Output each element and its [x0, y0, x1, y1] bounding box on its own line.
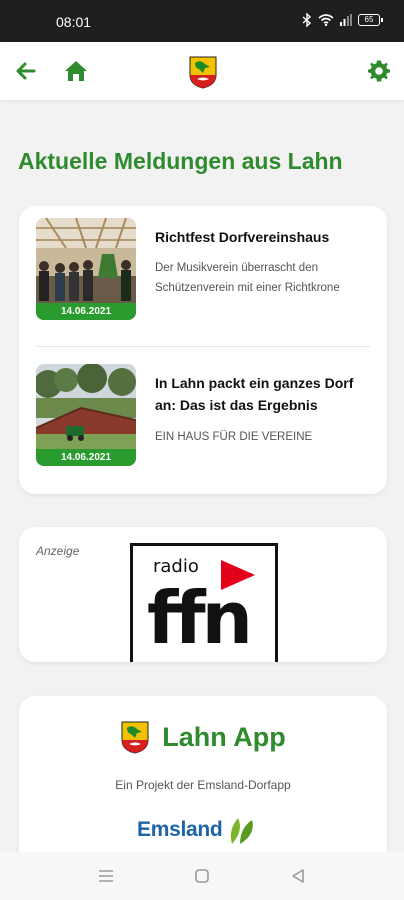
- news-card: 14.06.2021 Richtfest Dorfvereinshaus Der…: [19, 206, 387, 494]
- news-thumbnail: 14.06.2021: [36, 218, 136, 320]
- app-header: Lahn App: [19, 720, 387, 754]
- emsland-logo[interactable]: Emsland: [137, 814, 258, 846]
- news-item[interactable]: 14.06.2021 Richtfest Dorfvereinshaus Der…: [19, 218, 387, 328]
- lahn-crest-icon: [121, 721, 149, 754]
- app-subtitle: Ein Projekt der Emsland-Dorfapp: [115, 778, 291, 792]
- system-nav-bar: [0, 852, 404, 900]
- status-time: 08:01: [56, 14, 92, 30]
- app-bar: [0, 42, 404, 100]
- app-name: Lahn App: [162, 721, 286, 752]
- home-button[interactable]: [62, 57, 90, 85]
- status-icons: 65: [302, 13, 383, 27]
- status-bar: 08:01 65: [0, 0, 404, 42]
- ad-logo-radio-text: radio: [153, 556, 199, 577]
- page-title: Aktuelle Meldungen aus Lahn: [18, 148, 343, 174]
- news-date-badge: 14.06.2021: [36, 303, 136, 320]
- settings-button[interactable]: [365, 57, 393, 85]
- ad-logo-ffn-text: ffn: [147, 576, 253, 660]
- recent-apps-button[interactable]: [96, 866, 116, 886]
- battery-icon: 65: [358, 14, 383, 26]
- home-nav-button[interactable]: [192, 866, 212, 886]
- triangle-back-icon: [292, 869, 304, 883]
- app-info-card: Lahn App Ein Projekt der Emsland-Dorfapp…: [19, 696, 387, 876]
- arrow-left-icon: [16, 62, 36, 80]
- signal-icon: [340, 14, 352, 26]
- news-title: In Lahn packt ein ganzes Dorf an: Das is…: [155, 375, 354, 413]
- lahn-crest-logo: [189, 56, 217, 89]
- news-thumbnail: 14.06.2021: [36, 364, 136, 466]
- news-subtitle: EIN HAUS FÜR DIE VEREINE: [155, 431, 313, 443]
- bluetooth-icon: [302, 13, 312, 27]
- back-nav-button[interactable]: [288, 866, 308, 886]
- ad-label: Anzeige: [36, 544, 80, 558]
- menu-icon: [99, 870, 113, 882]
- leaf-icon: [231, 818, 254, 844]
- radio-ffn-ad[interactable]: radio ffn: [130, 543, 278, 662]
- news-date-badge: 14.06.2021: [36, 449, 136, 466]
- gear-icon: [368, 60, 390, 82]
- news-subtitle: Der Musikverein überrascht den Schützenv…: [155, 262, 340, 294]
- news-title: Richtfest Dorfvereinshaus: [155, 229, 330, 245]
- square-icon: [195, 869, 209, 883]
- home-icon: [65, 61, 87, 81]
- wifi-icon: [318, 14, 334, 26]
- news-item[interactable]: 14.06.2021 In Lahn packt ein ganzes Dorf…: [19, 364, 387, 474]
- divider: [36, 346, 370, 347]
- emsland-logo-text: Emsland: [137, 818, 223, 841]
- back-button[interactable]: [12, 57, 40, 85]
- ad-card: Anzeige radio ffn: [19, 527, 387, 662]
